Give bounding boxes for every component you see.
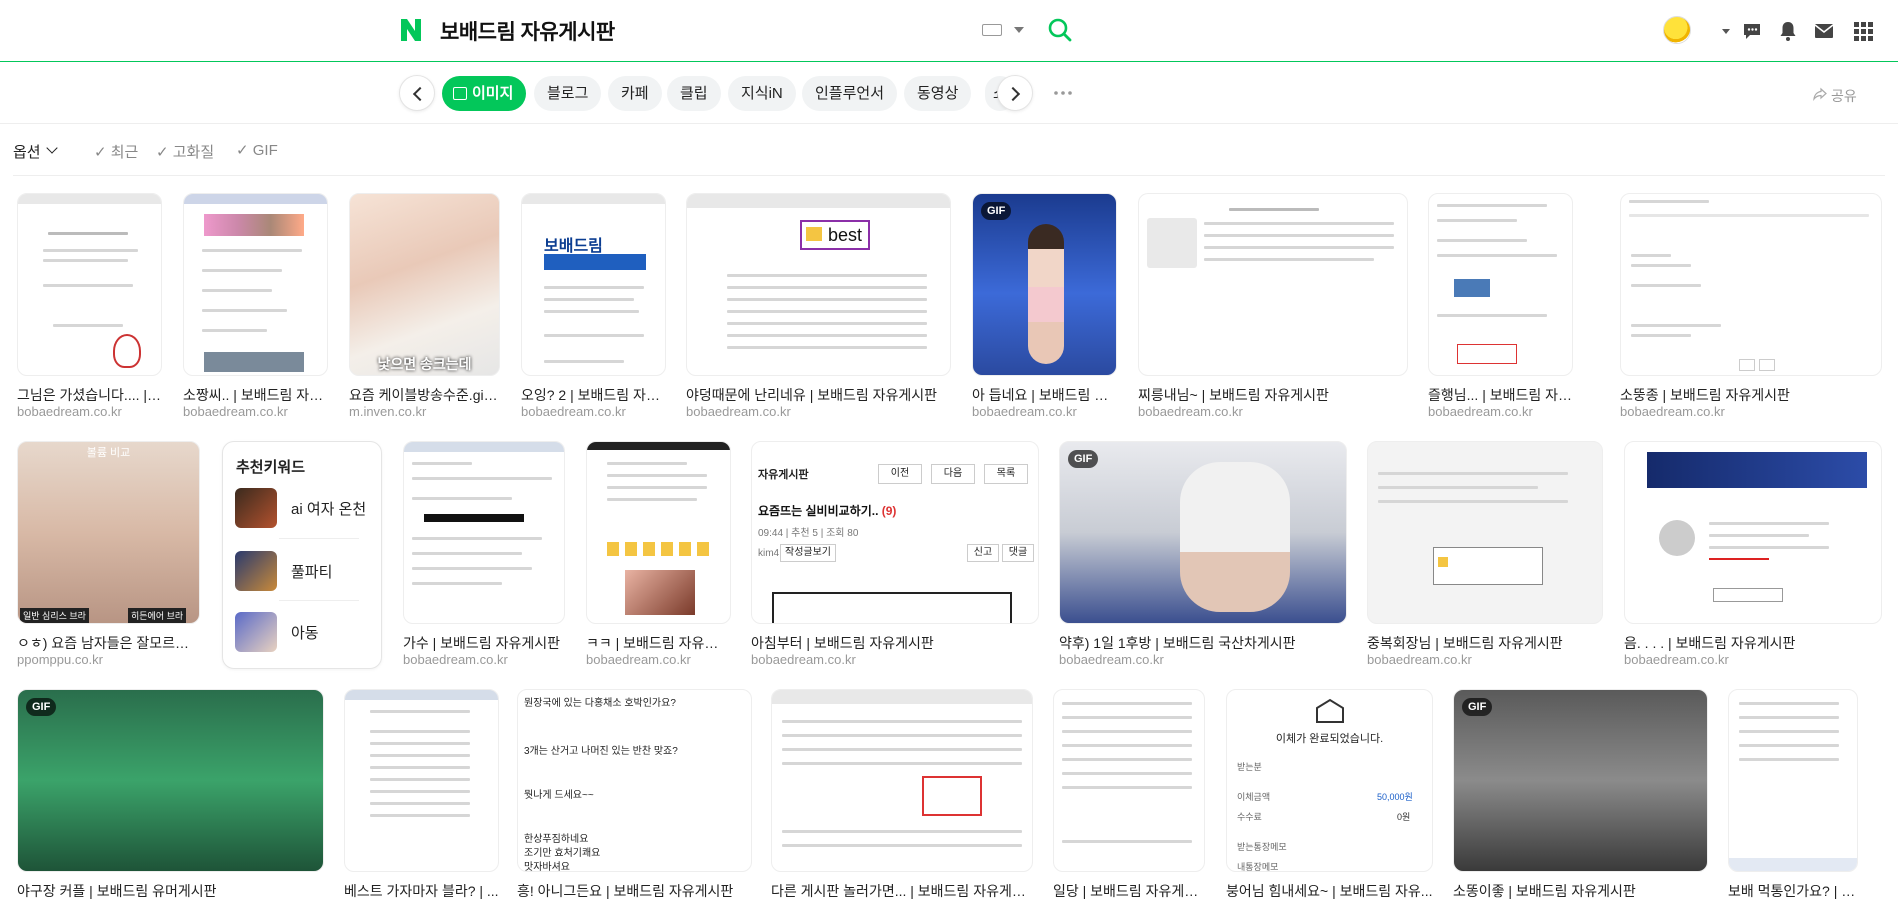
keyword-item[interactable]: 아동 bbox=[235, 606, 371, 656]
thumbnail[interactable]: 뭔장국에 있는 다홍채소 호박인가요? 3개는 산거고 나머진 있는 반찬 맞죠… bbox=[517, 689, 752, 872]
thumbnail[interactable] bbox=[1620, 193, 1882, 376]
more-icon[interactable] bbox=[1053, 88, 1073, 98]
filter-hd[interactable]: ✓ 고화질 bbox=[156, 141, 214, 162]
search-query[interactable]: 보배드림 자유게시판 bbox=[440, 16, 615, 46]
tab-kin[interactable]: 지식iN bbox=[728, 76, 796, 111]
thumbnail[interactable]: 이체가 완료되었습니다. 받는분 이체금액 50,000원 수수료 0원 받는통… bbox=[1226, 689, 1433, 872]
image-icon bbox=[453, 87, 467, 100]
top-header: 보배드림 자유게시판 bbox=[0, 0, 1898, 62]
chat-icon[interactable] bbox=[1740, 19, 1764, 43]
chevron-down-icon[interactable] bbox=[46, 142, 58, 154]
divider bbox=[13, 175, 1885, 176]
warning-icon bbox=[1438, 557, 1448, 567]
thumbnail[interactable]: GIF bbox=[1059, 441, 1347, 624]
thumbnail[interactable] bbox=[1728, 689, 1858, 872]
gif-badge: GIF bbox=[1462, 698, 1493, 716]
thumbnail[interactable] bbox=[344, 689, 499, 872]
thumbnail[interactable] bbox=[403, 441, 565, 624]
tab-influencer[interactable]: 인플루언서 bbox=[802, 76, 898, 111]
thumbnail[interactable] bbox=[17, 193, 162, 376]
gif-badge: GIF bbox=[26, 698, 57, 716]
tab-cafe[interactable]: 카페 bbox=[608, 76, 662, 111]
thumbnail[interactable]: 보배드림 bbox=[521, 193, 666, 376]
naver-logo[interactable] bbox=[399, 17, 423, 43]
envelope-icon bbox=[1316, 698, 1344, 723]
mail-icon[interactable] bbox=[1812, 19, 1836, 43]
thumbnail[interactable] bbox=[1367, 441, 1603, 624]
snowman-image bbox=[113, 334, 141, 368]
filter-gif[interactable]: ✓ GIF bbox=[236, 141, 278, 159]
thumbnail[interactable]: GIF bbox=[1453, 689, 1708, 872]
filter-recent[interactable]: ✓ 최근 bbox=[94, 141, 138, 162]
gif-badge: GIF bbox=[981, 202, 1012, 220]
keyword-thumbnail bbox=[235, 488, 277, 528]
tab-blog[interactable]: 블로그 bbox=[534, 76, 602, 111]
share-icon[interactable] bbox=[1813, 87, 1827, 101]
folder-icon bbox=[806, 227, 822, 241]
keyword-item[interactable]: ai 여자 온천 bbox=[235, 482, 371, 532]
bell-icon[interactable] bbox=[1776, 19, 1800, 43]
chevron-down-icon[interactable] bbox=[1014, 27, 1024, 33]
tabs-prev-button[interactable] bbox=[399, 75, 435, 111]
thumbnail[interactable] bbox=[1624, 441, 1882, 624]
tab-clip[interactable]: 클립 bbox=[667, 76, 721, 111]
thumbnail[interactable] bbox=[1138, 193, 1408, 376]
thumbnail[interactable]: GIF bbox=[972, 193, 1117, 376]
search-tabs: 이미지 블로그 카페 클립 지식iN 인플루언서 동영상 쇼 공유 bbox=[0, 62, 1898, 124]
apps-icon[interactable] bbox=[1851, 19, 1875, 43]
thumbnail[interactable]: GIF bbox=[17, 689, 324, 872]
filter-options: 옵션 ✓ 최근 ✓ 고화질 ✓ GIF bbox=[0, 124, 1898, 176]
options-button[interactable]: 옵션 bbox=[13, 141, 41, 162]
thumbnail[interactable]: 자유게시판 이전 다음 목록 요즘뜨는 실비비교하기.. (9) 09:44 |… bbox=[751, 441, 1039, 624]
share-button[interactable]: 공유 bbox=[1831, 86, 1857, 106]
tabs-next-button[interactable] bbox=[997, 75, 1033, 111]
thumbnail[interactable]: 볼륨 비교 일반 심리스 브라 히든에어 브라 bbox=[17, 441, 200, 624]
thumbnail[interactable]: best bbox=[686, 193, 951, 376]
keyword-thumbnail bbox=[235, 551, 277, 591]
thumbnail[interactable] bbox=[183, 193, 328, 376]
thumbnail[interactable] bbox=[1053, 689, 1205, 872]
thumbnail[interactable] bbox=[1428, 193, 1573, 376]
chevron-down-icon[interactable] bbox=[1722, 29, 1730, 34]
thumbnail[interactable] bbox=[771, 689, 1033, 872]
keyword-item[interactable]: 풀파티 bbox=[235, 545, 371, 595]
gif-badge: GIF bbox=[1068, 450, 1099, 468]
keyword-thumbnail bbox=[235, 612, 277, 652]
search-icon[interactable] bbox=[1047, 17, 1073, 43]
tab-video[interactable]: 동영상 bbox=[904, 76, 972, 111]
thumbnail[interactable]: 낯으면 송크는데 bbox=[349, 193, 500, 376]
recommended-keywords: 추천키워드 ai 여자 온천 풀파티 아동 bbox=[222, 441, 382, 669]
tab-image[interactable]: 이미지 bbox=[442, 76, 527, 111]
thumbnail[interactable] bbox=[586, 441, 731, 624]
avatar[interactable] bbox=[1663, 16, 1691, 44]
keyboard-icon[interactable] bbox=[982, 24, 1002, 36]
